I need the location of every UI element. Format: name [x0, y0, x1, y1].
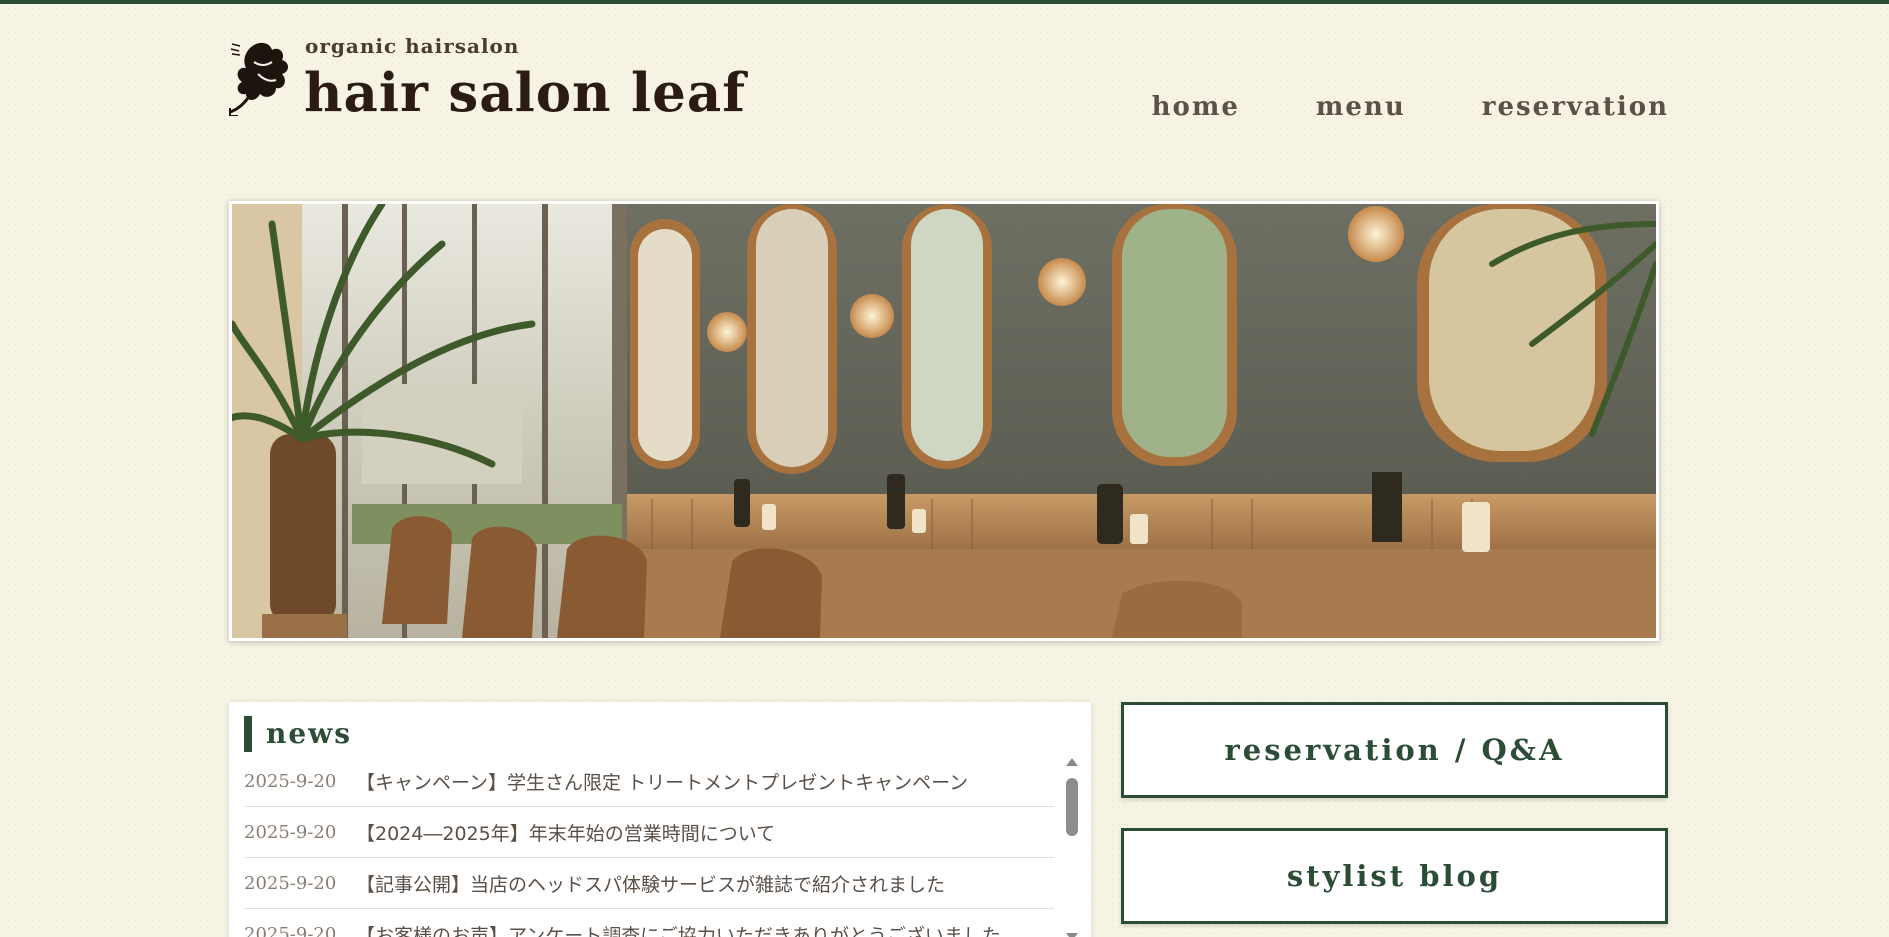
news-date: 2025-9-20 [244, 821, 337, 843]
news-text: 【キャンペーン】学生さん限定 トリートメントプレゼントキャンペーン [356, 771, 969, 794]
news-text: 【お客様のお声】アンケート調査にご協力いただきありがとうございました。 [356, 924, 1020, 937]
news-item[interactable]: 2025-9-20 【キャンペーン】学生さん限定 トリートメントプレゼントキャン… [244, 756, 1054, 807]
nav-home[interactable]: home [1152, 92, 1240, 122]
news-item[interactable]: 2025-9-20 【お客様のお声】アンケート調査にご協力いただきありがとうござ… [244, 909, 1054, 937]
logo-subtitle: organic hairsalon [305, 34, 520, 58]
news-panel: news 2025-9-20 【キャンペーン】学生さん限定 トリートメントプレゼ… [229, 702, 1091, 937]
news-text: 【記事公開】当店のヘッドスパ体験サービスが雑誌で紹介されました [356, 873, 946, 896]
news-date: 2025-9-20 [244, 872, 337, 894]
stylist-blog-button[interactable]: stylist blog [1121, 828, 1668, 924]
news-date: 2025-9-20 [244, 923, 337, 937]
scroll-thumb[interactable] [1066, 778, 1078, 836]
leaf-icon [229, 42, 288, 116]
nav-menu[interactable]: menu [1316, 92, 1406, 122]
scroll-up-icon[interactable] [1066, 758, 1078, 766]
news-item[interactable]: 2025-9-20 【2024―2025年】年末年始の営業時間について [244, 807, 1054, 858]
news-item[interactable]: 2025-9-20 【記事公開】当店のヘッドスパ体験サービスが雑誌で紹介されまし… [244, 858, 1054, 909]
news-scrollbar[interactable] [1065, 758, 1079, 937]
nav-reservation[interactable]: reservation [1482, 92, 1669, 122]
logo-title: hair salon leaf [304, 62, 747, 124]
news-list: 2025-9-20 【キャンペーン】学生さん限定 トリートメントプレゼントキャン… [244, 756, 1054, 937]
scroll-down-icon[interactable] [1066, 933, 1078, 937]
news-date: 2025-9-20 [244, 770, 337, 792]
reservation-qa-button[interactable]: reservation / Q&A [1121, 702, 1668, 798]
news-text: 【2024―2025年】年末年始の営業時間について [356, 822, 776, 845]
main-nav: home menu reservation [1152, 92, 1669, 122]
news-title: news [244, 716, 352, 752]
salon-interior-photo [232, 204, 1656, 638]
hero-image [229, 201, 1659, 641]
